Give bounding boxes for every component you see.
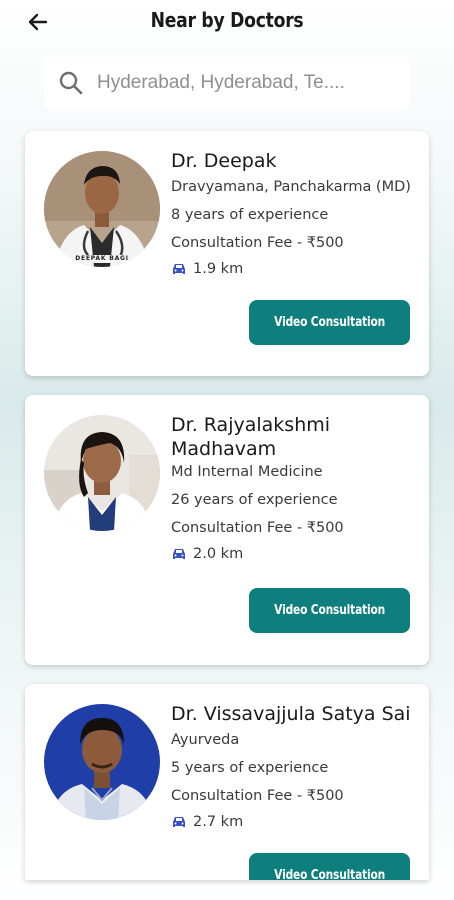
distance-value: 2.7 km (193, 814, 244, 830)
video-consultation-button[interactable]: Video Consultation (249, 853, 410, 880)
consultation-fee: Consultation Fee - ₹500 (171, 788, 344, 804)
car-icon (173, 549, 185, 559)
location-search-bar[interactable] (44, 57, 410, 109)
doctor-card[interactable]: Dr. Rajyalakshmi Madhavam Md Internal Me… (25, 395, 429, 665)
doctor-card[interactable]: DEEPAK BAGI Dr. Deepak Dravyamana, Panch… (25, 131, 429, 376)
car-icon (173, 264, 185, 274)
doctor-avatar (44, 415, 160, 531)
doctor-experience: 26 years of experience (171, 492, 338, 508)
car-icon (173, 817, 185, 827)
doctor-name: Dr. Rajyalakshmi Madhavam (171, 414, 331, 460)
distance-row: 1.9 km (171, 261, 417, 277)
consultation-fee: Consultation Fee - ₹500 (171, 520, 344, 536)
page-title: Near by Doctors (150, 8, 304, 32)
distance-value: 2.0 km (193, 546, 244, 562)
doctor-card[interactable]: Dr. Vissavajjula Satya Sai Ayurveda 5 ye… (25, 684, 429, 880)
video-consultation-label: Video Consultation (274, 315, 385, 330)
search-input[interactable] (97, 72, 397, 94)
doctor-specialty: Md Internal Medicine (171, 464, 323, 480)
doctor-name: Dr. Vissavajjula Satya Sai (171, 703, 411, 725)
doctor-avatar (44, 704, 160, 820)
video-consultation-label: Video Consultation (274, 868, 385, 880)
video-consultation-button[interactable]: Video Consultation (249, 300, 410, 345)
video-consultation-label: Video Consultation (274, 603, 385, 618)
doctor-specialty: Dravyamana, Panchakarma (MD) (171, 179, 411, 195)
distance-row: 2.0 km (171, 546, 417, 562)
distance-value: 1.9 km (193, 261, 244, 277)
doctor-name: Dr. Deepak (171, 150, 277, 172)
app-header: Near by Doctors (0, 0, 454, 46)
distance-row: 2.7 km (171, 814, 417, 830)
doctor-specialty: Ayurveda (171, 732, 240, 748)
search-icon (57, 69, 85, 97)
doctor-experience: 8 years of experience (171, 207, 329, 223)
doctor-experience: 5 years of experience (171, 760, 329, 776)
doctor-avatar: DEEPAK BAGI (44, 151, 160, 267)
video-consultation-button[interactable]: Video Consultation (249, 588, 410, 633)
photo-caption: DEEPAK BAGI (75, 255, 129, 262)
consultation-fee: Consultation Fee - ₹500 (171, 235, 344, 251)
